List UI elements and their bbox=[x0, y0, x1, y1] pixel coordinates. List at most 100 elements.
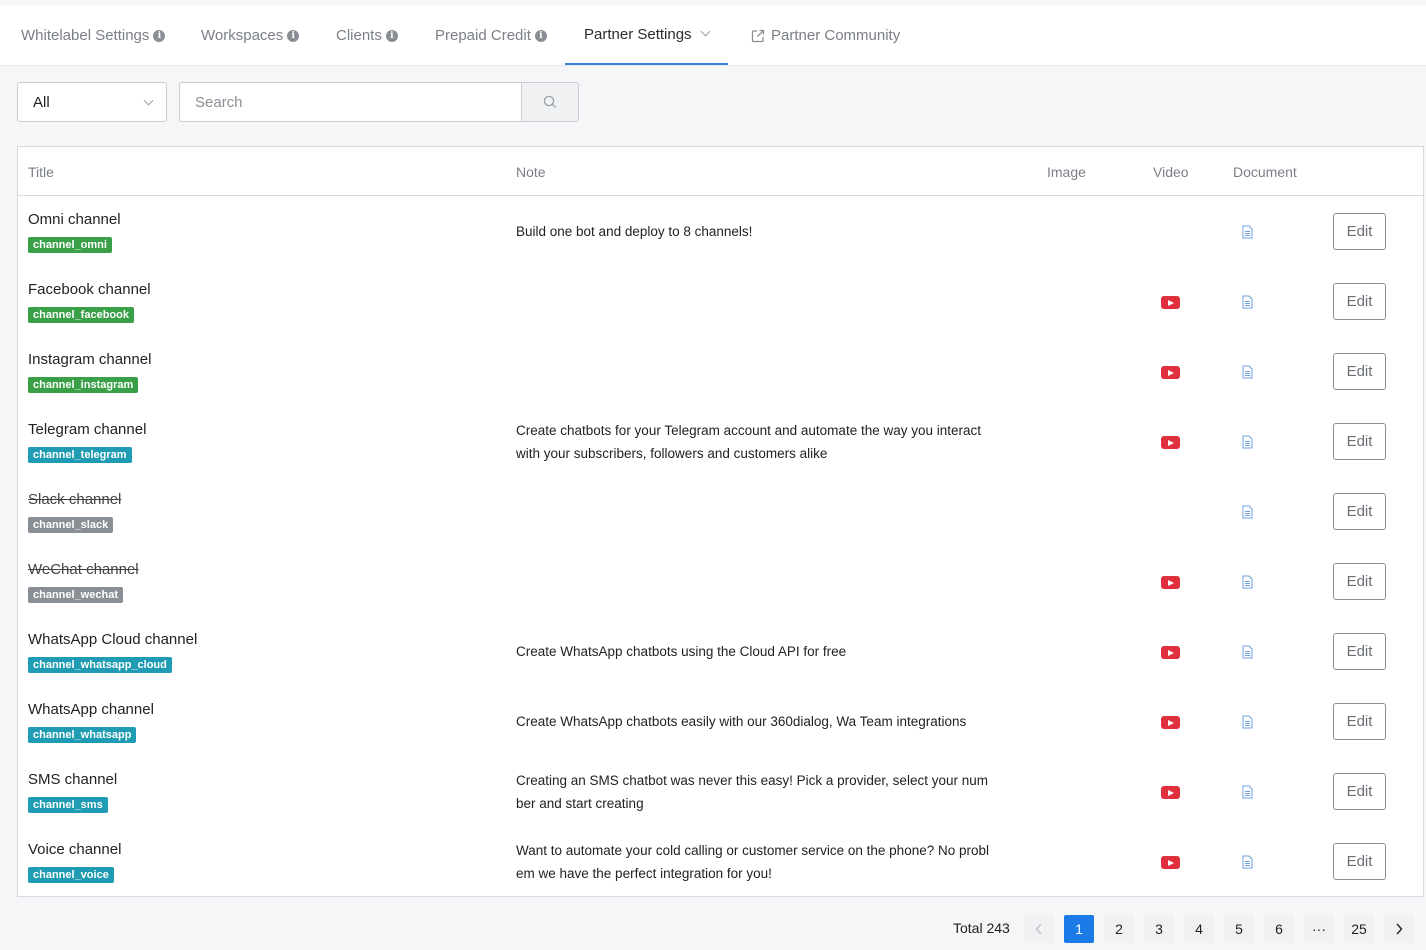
pagination-page-button[interactable]: 2 bbox=[1104, 915, 1134, 943]
edit-button[interactable]: Edit bbox=[1333, 633, 1386, 670]
document-icon[interactable] bbox=[1242, 365, 1253, 379]
tab-label: Clients bbox=[336, 27, 382, 44]
document-icon[interactable] bbox=[1242, 715, 1253, 729]
document-icon[interactable] bbox=[1242, 645, 1253, 659]
tab-workspaces[interactable]: Workspaces i bbox=[201, 5, 300, 66]
document-icon[interactable] bbox=[1242, 855, 1253, 869]
filter-selected-value: All bbox=[33, 93, 50, 111]
content-table: Title Note Image Video Document Omni cha… bbox=[17, 146, 1424, 897]
pagination-page-button[interactable]: 5 bbox=[1224, 915, 1254, 943]
pagination-next-button[interactable] bbox=[1384, 915, 1414, 943]
edit-button[interactable]: Edit bbox=[1333, 563, 1386, 600]
row-tag-badge: channel_wechat bbox=[28, 587, 123, 603]
external-link-icon bbox=[751, 29, 765, 42]
youtube-icon[interactable] bbox=[1161, 366, 1180, 379]
row-title: Voice channel bbox=[28, 841, 122, 858]
row-tag-badge: channel_instagram bbox=[28, 377, 139, 393]
pagination-page-button[interactable]: 25 bbox=[1344, 915, 1374, 943]
youtube-icon[interactable] bbox=[1161, 576, 1180, 589]
row-note: Create WhatsApp chatbots using the Cloud… bbox=[516, 644, 847, 659]
document-icon[interactable] bbox=[1242, 435, 1253, 449]
table-row: Slack channel channel_slack Edit bbox=[18, 477, 1423, 547]
search-input[interactable] bbox=[179, 82, 522, 122]
tab-label: Whitelabel Settings bbox=[21, 27, 150, 44]
document-icon[interactable] bbox=[1242, 295, 1253, 309]
tab-partner-settings[interactable]: Partner Settings bbox=[565, 5, 728, 65]
row-tag-badge: channel_omni bbox=[28, 237, 112, 253]
row-title: WhatsApp channel bbox=[28, 701, 154, 718]
info-icon: i bbox=[385, 29, 398, 42]
table-row: Telegram channel channel_telegram Create c… bbox=[18, 407, 1423, 477]
row-title: WhatsApp Cloud channel bbox=[28, 631, 198, 648]
youtube-icon[interactable] bbox=[1161, 646, 1180, 659]
row-tag-badge: channel_whatsapp bbox=[28, 727, 137, 743]
edit-button[interactable]: Edit bbox=[1333, 773, 1386, 810]
table-row: WeChat channel channel_wechat Edit bbox=[18, 547, 1423, 617]
edit-button[interactable]: Edit bbox=[1333, 283, 1386, 320]
pagination-page-button[interactable]: 6 bbox=[1264, 915, 1294, 943]
table-row: Omni channel channel_omni Build one bot an… bbox=[18, 197, 1423, 267]
youtube-icon[interactable] bbox=[1161, 296, 1180, 309]
row-tag-badge: channel_facebook bbox=[28, 307, 134, 323]
tab-whitelabel-settings[interactable]: Whitelabel Settings i bbox=[21, 5, 166, 66]
chevron-down-icon bbox=[143, 95, 154, 106]
row-title: Omni channel bbox=[28, 211, 121, 228]
tab-partner-community[interactable]: Partner Community bbox=[751, 5, 900, 66]
row-tag-badge: channel_telegram bbox=[28, 447, 132, 463]
header-video: Video bbox=[1153, 164, 1189, 180]
edit-button[interactable]: Edit bbox=[1333, 703, 1386, 740]
row-title: Instagram channel bbox=[28, 351, 152, 368]
row-tag-badge: channel_voice bbox=[28, 867, 114, 883]
pagination-page-button[interactable]: 1 bbox=[1064, 915, 1094, 943]
row-title: WeChat channel bbox=[28, 561, 139, 578]
document-icon[interactable] bbox=[1242, 785, 1253, 799]
row-note: Build one bot and deploy to 8 channels! bbox=[516, 224, 753, 239]
edit-button[interactable]: Edit bbox=[1333, 353, 1386, 390]
row-title: Telegram channel bbox=[28, 421, 147, 438]
row-note: Create chatbots for your Telegram accoun… bbox=[516, 423, 982, 461]
row-note: Creating an SMS chatbot was never this e… bbox=[516, 773, 988, 811]
document-icon[interactable] bbox=[1242, 505, 1253, 519]
header-image: Image bbox=[1047, 164, 1086, 180]
pagination-total: Total 243 bbox=[953, 920, 1010, 936]
tab-label: Workspaces bbox=[201, 27, 284, 44]
edit-button[interactable]: Edit bbox=[1333, 843, 1386, 880]
row-tag-badge: channel_slack bbox=[28, 517, 114, 533]
youtube-icon[interactable] bbox=[1161, 716, 1180, 729]
table-row: WhatsApp Cloud channel channel_whatsapp_c… bbox=[18, 617, 1423, 687]
filter-select[interactable]: All bbox=[17, 82, 167, 122]
row-title: SMS channel bbox=[28, 771, 118, 788]
table-row: Voice channel channel_voice Want to automa… bbox=[18, 827, 1423, 897]
table-row: WhatsApp channel channel_whatsapp Create W… bbox=[18, 687, 1423, 757]
document-icon[interactable] bbox=[1242, 225, 1253, 239]
tab-label: Partner Settings bbox=[584, 25, 692, 43]
row-tag-badge: channel_whatsapp_cloud bbox=[28, 657, 172, 673]
row-tag-badge: channel_sms bbox=[28, 797, 108, 813]
document-icon[interactable] bbox=[1242, 575, 1253, 589]
tab-label: Prepaid Credit bbox=[435, 27, 531, 44]
youtube-icon[interactable] bbox=[1161, 436, 1180, 449]
edit-button[interactable]: Edit bbox=[1333, 213, 1386, 250]
edit-button[interactable]: Edit bbox=[1333, 493, 1386, 530]
header-document: Document bbox=[1233, 164, 1297, 180]
youtube-icon[interactable] bbox=[1161, 856, 1180, 869]
header-note: Note bbox=[516, 164, 546, 180]
table-row: Facebook channel channel_facebook Edit bbox=[18, 267, 1423, 337]
table-row: SMS channel channel_sms Creating an SMS ch… bbox=[18, 757, 1423, 827]
search-icon bbox=[543, 95, 557, 109]
pagination-prev-button[interactable] bbox=[1024, 915, 1054, 943]
search-button[interactable] bbox=[521, 82, 579, 122]
row-title: Facebook channel bbox=[28, 281, 151, 298]
pagination-page-button[interactable]: 3 bbox=[1144, 915, 1174, 943]
edit-button[interactable]: Edit bbox=[1333, 423, 1386, 460]
header-title: Title bbox=[28, 164, 54, 180]
row-note: Want to automate your cold calling or cu… bbox=[516, 843, 990, 881]
table-row: Instagram channel channel_instagram Edit bbox=[18, 337, 1423, 407]
info-icon: i bbox=[287, 29, 300, 42]
tab-clients[interactable]: Clients i bbox=[336, 5, 398, 66]
pagination-page-button[interactable]: 4 bbox=[1184, 915, 1214, 943]
pagination-ellipsis[interactable]: ··· bbox=[1304, 915, 1334, 943]
tab-prepaid-credit[interactable]: Prepaid Credit i bbox=[435, 5, 547, 66]
youtube-icon[interactable] bbox=[1161, 786, 1180, 799]
chevron-right-icon bbox=[1396, 923, 1403, 935]
